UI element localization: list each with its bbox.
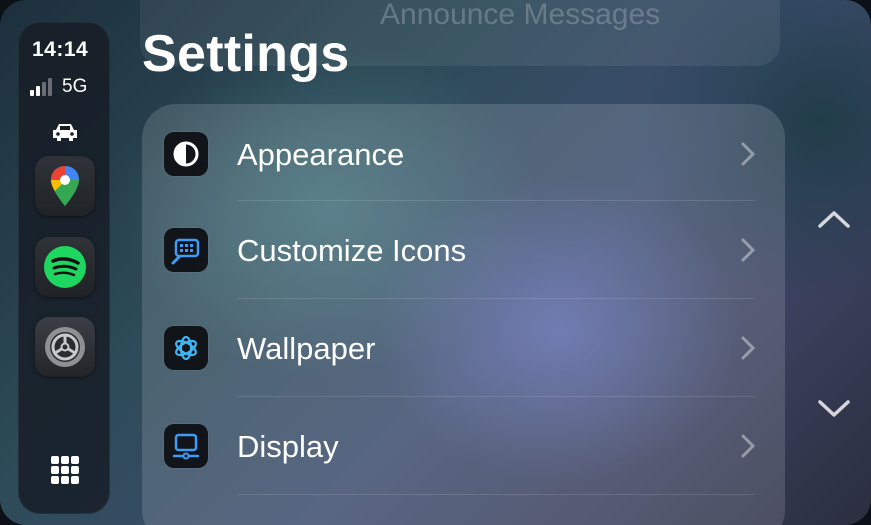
divider xyxy=(237,396,755,397)
carplay-screen: Announce Messages › 14:14 5G xyxy=(0,0,871,525)
signal-strength-icon xyxy=(30,78,52,96)
carplay-dock: 14:14 5G xyxy=(18,22,110,514)
chevron-right-icon xyxy=(741,142,756,166)
list-item-label: Wallpaper xyxy=(237,331,376,366)
page-title: Settings xyxy=(142,25,350,83)
spotify-icon xyxy=(44,246,86,288)
google-maps-icon xyxy=(51,166,79,206)
car-icon xyxy=(53,124,77,141)
wallpaper-icon xyxy=(164,326,208,370)
list-item-customize-icons[interactable]: Customize Icons xyxy=(142,202,785,298)
settings-list: Appearance Customize Icons Wallpaper Dis… xyxy=(142,104,785,525)
list-item-label: Customize Icons xyxy=(237,233,467,268)
scroll-up-icon[interactable] xyxy=(816,208,852,230)
chevron-right-icon xyxy=(741,238,756,262)
divider xyxy=(237,200,755,201)
list-item-label: Appearance xyxy=(237,137,405,172)
chevron-right-icon xyxy=(741,434,756,458)
status-time: 14:14 xyxy=(32,38,89,61)
announce-messages-label: Announce Messages xyxy=(380,0,661,31)
network-type: 5G xyxy=(62,76,88,97)
settings-icon xyxy=(45,327,85,367)
google-maps-app[interactable] xyxy=(35,156,95,216)
list-item-display[interactable]: Display xyxy=(142,398,785,494)
display-icon xyxy=(164,424,208,468)
list-item-wallpaper[interactable]: Wallpaper xyxy=(142,300,785,396)
scroll-down-icon[interactable] xyxy=(816,398,852,420)
list-item-label: Display xyxy=(237,429,339,464)
divider xyxy=(237,494,755,495)
app-grid-icon[interactable] xyxy=(49,454,81,486)
list-item-appearance[interactable]: Appearance xyxy=(142,106,785,202)
divider xyxy=(237,298,755,299)
customize-icons-icon xyxy=(164,228,208,272)
chevron-right-icon xyxy=(741,336,756,360)
settings-app[interactable] xyxy=(35,317,95,377)
spotify-app[interactable] xyxy=(35,237,95,297)
appearance-icon xyxy=(164,132,208,176)
